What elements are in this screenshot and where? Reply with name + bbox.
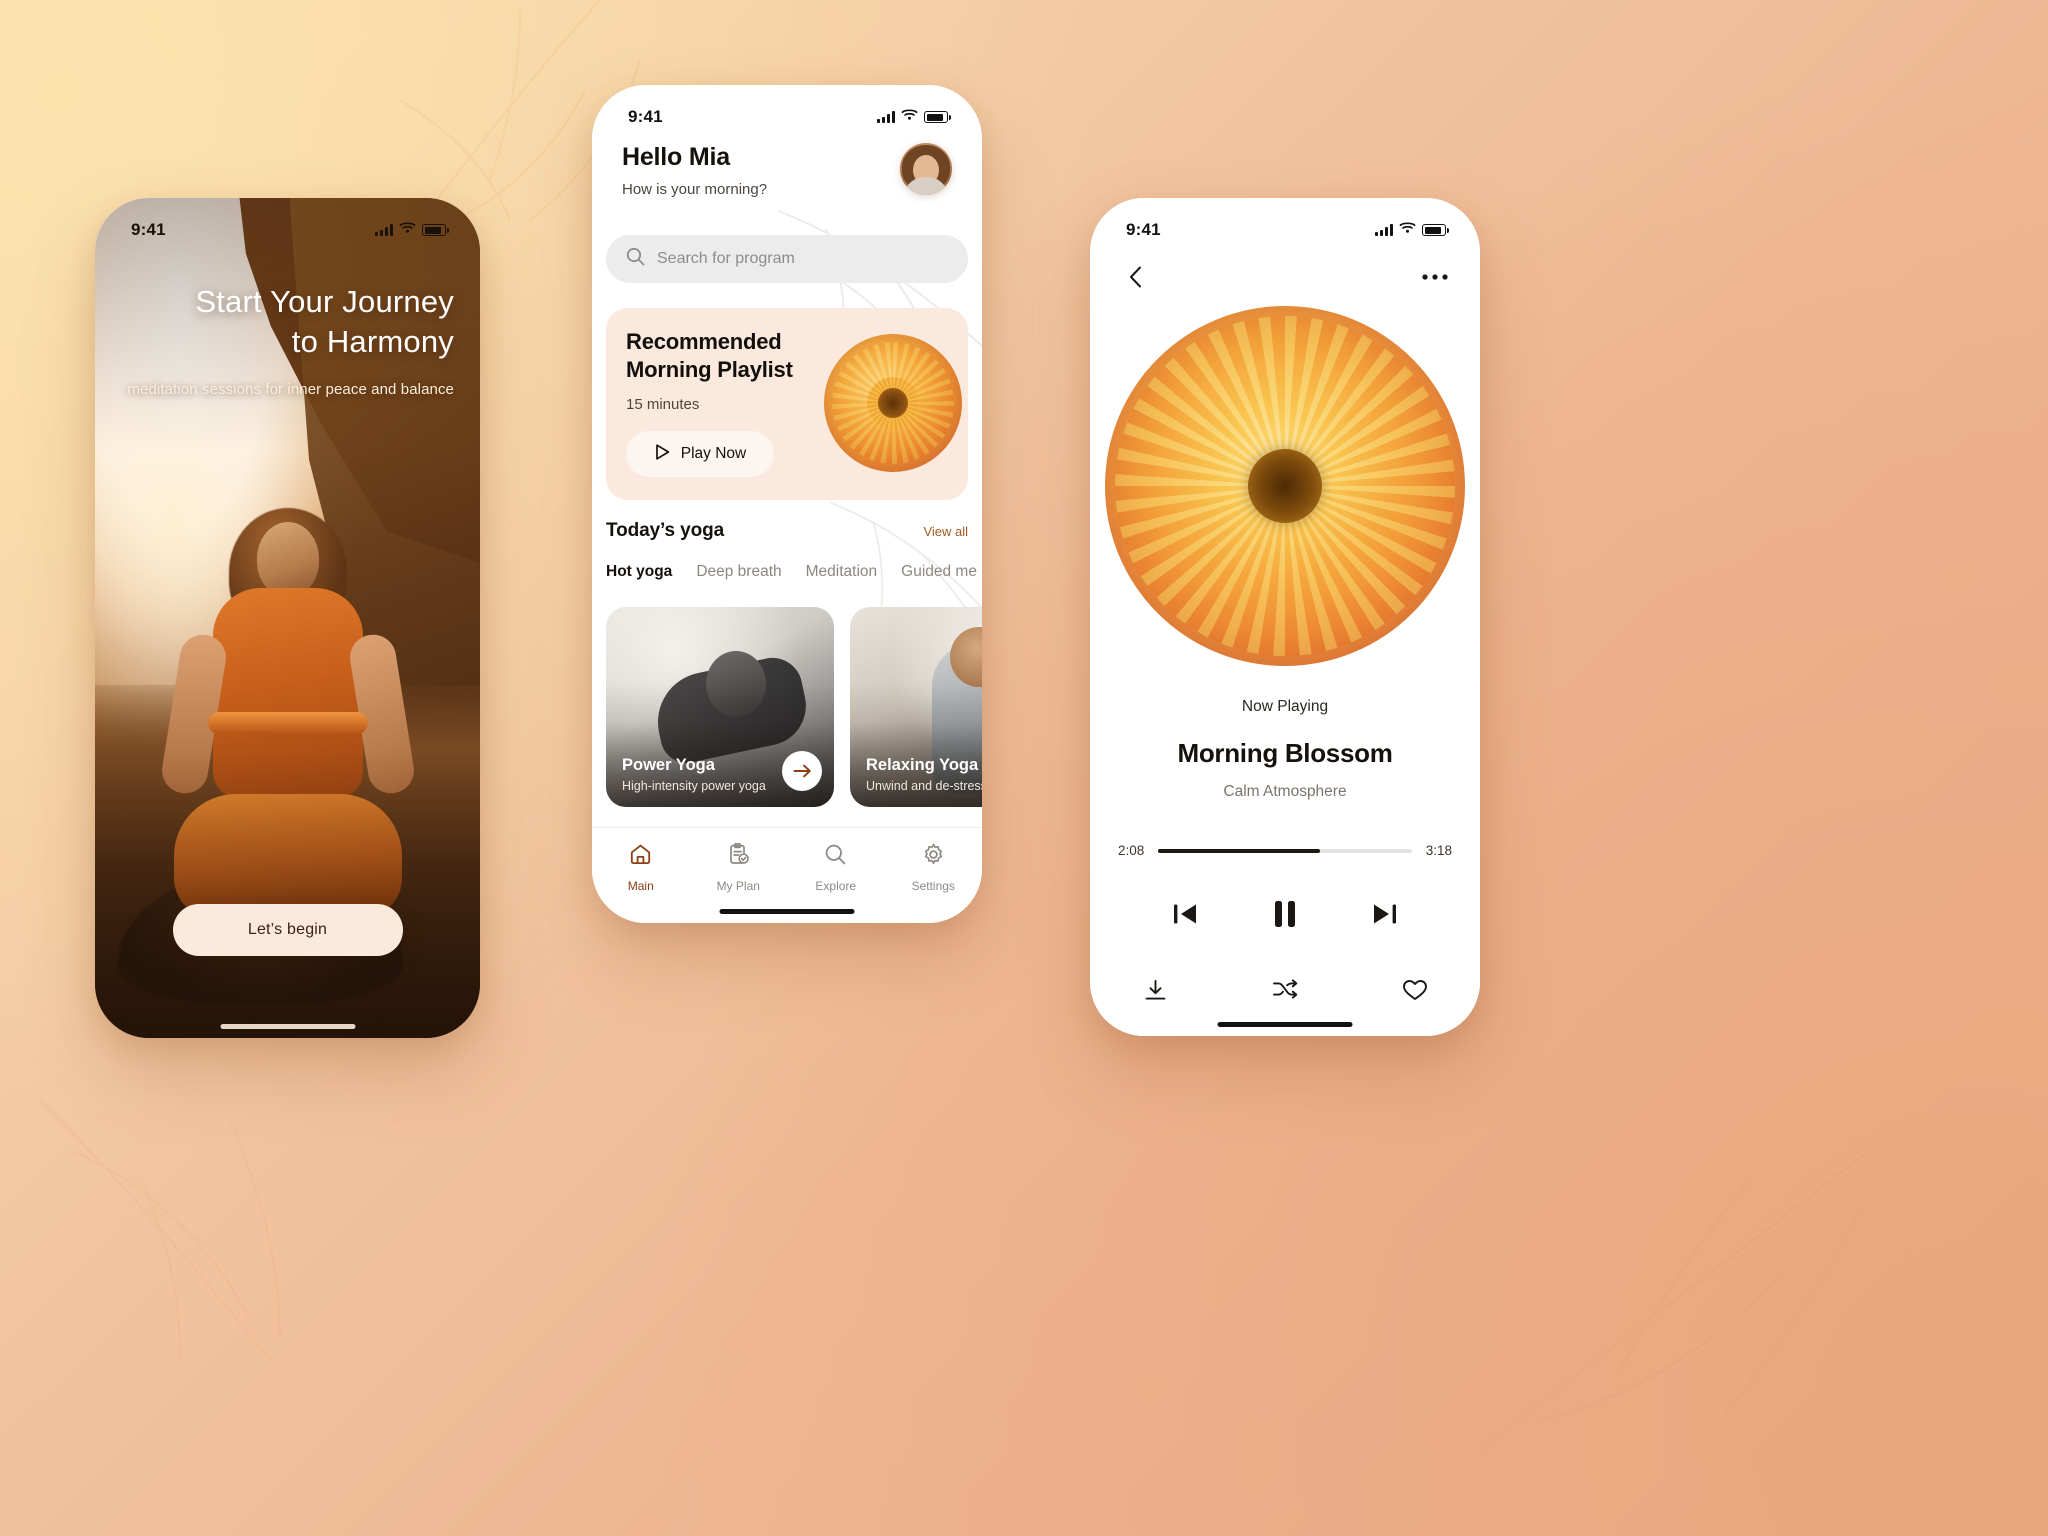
- status-time: 9:41: [131, 220, 166, 239]
- greeting-name: Hello Mia: [622, 143, 730, 171]
- elapsed-time: 2:08: [1118, 843, 1145, 858]
- nav-label: Settings: [911, 879, 955, 893]
- wifi-icon: [1399, 221, 1416, 239]
- avatar[interactable]: [900, 143, 952, 195]
- status-icons: [877, 108, 951, 126]
- status-time: 9:41: [1126, 220, 1161, 239]
- onboarding-title: Start Your Journey to Harmony: [195, 284, 454, 359]
- status-bar: 9:41: [95, 198, 480, 248]
- onboarding-subtitle: meditation sessions for inner peace and …: [127, 381, 454, 399]
- section-title: Today’s yoga: [606, 520, 725, 541]
- nav-item-my-plan[interactable]: My Plan: [690, 842, 788, 893]
- previous-icon[interactable]: [1170, 901, 1200, 927]
- cellular-signal-icon: [877, 111, 895, 123]
- background-leaf-bottom-right: [1470, 1120, 1890, 1480]
- back-icon[interactable]: [1118, 260, 1152, 294]
- home-header: Hello Mia How is your morning?: [592, 143, 982, 198]
- pause-icon[interactable]: [1270, 898, 1300, 930]
- yoga-card-title: Relaxing Yoga: [866, 756, 979, 774]
- phone-player: 9:41 Now Playing Morning Blossom Calm At…: [1090, 198, 1480, 1036]
- search-icon: [626, 247, 645, 271]
- progress-slider[interactable]: [1158, 848, 1412, 853]
- search-input[interactable]: Search for program: [606, 235, 968, 283]
- onboarding-copy: Start Your Journey to Harmony meditation…: [95, 282, 480, 398]
- tab-meditation[interactable]: Meditation: [806, 563, 878, 581]
- more-options-icon[interactable]: [1418, 260, 1452, 294]
- tab-hot-yoga[interactable]: Hot yoga: [606, 563, 672, 581]
- home-indicator: [220, 1024, 355, 1029]
- arrow-right-icon[interactable]: [782, 751, 822, 791]
- track-artist: Calm Atmosphere: [1223, 783, 1347, 800]
- yoga-card[interactable]: Relaxing Yoga Unwind and de-stress: [850, 607, 982, 807]
- yoga-card-list: Power Yoga High-intensity power yoga Rel…: [606, 607, 982, 807]
- home-indicator: [1217, 1022, 1353, 1027]
- player-top-bar: [1090, 260, 1480, 294]
- shuffle-icon[interactable]: [1268, 973, 1302, 1007]
- gear-icon: [921, 842, 946, 872]
- now-playing-label: Now Playing: [1241, 698, 1329, 715]
- nav-label: Main: [627, 879, 654, 893]
- background-leaf-bottom-left: [30, 1060, 360, 1390]
- nav-label: Explore: [815, 879, 857, 893]
- tab-guided-meditation[interactable]: Guided me: [901, 563, 977, 581]
- battery-icon: [924, 111, 951, 123]
- home-icon: [628, 842, 653, 872]
- nav-item-main[interactable]: Main: [592, 842, 690, 893]
- battery-icon: [1422, 224, 1449, 236]
- status-bar: 9:41: [1090, 198, 1480, 248]
- search-icon: [823, 842, 848, 872]
- flower-thumbnail: [824, 334, 962, 472]
- recommended-title: Recommended Morning Playlist: [626, 329, 793, 383]
- nav-item-explore[interactable]: Explore: [787, 842, 885, 893]
- category-tabs[interactable]: Hot yoga Deep breath Meditation Guided m…: [606, 563, 982, 581]
- status-icons: [1375, 221, 1449, 239]
- todays-yoga-section-header: Today’s yoga View all: [606, 520, 968, 542]
- clipboard-check-icon: [726, 842, 751, 872]
- download-icon[interactable]: [1138, 973, 1172, 1007]
- total-duration: 3:18: [1425, 843, 1452, 858]
- status-bar: 9:41: [592, 85, 982, 135]
- recommended-playlist-card[interactable]: Recommended Morning Playlist 15 minutes …: [606, 308, 968, 500]
- greeting-question: How is your morning?: [622, 181, 768, 198]
- progress-row: 2:08 3:18: [1118, 843, 1452, 858]
- yoga-card-desc: Unwind and de-stress: [866, 779, 982, 793]
- lets-begin-button[interactable]: Let’s begin: [172, 904, 403, 956]
- home-indicator: [719, 909, 855, 914]
- play-icon: [654, 443, 671, 466]
- next-icon[interactable]: [1370, 901, 1400, 927]
- yoga-card[interactable]: Power Yoga High-intensity power yoga: [606, 607, 834, 807]
- wifi-icon: [901, 108, 918, 126]
- battery-icon: [422, 224, 449, 236]
- phone-home: 9:41 Hello Mia How is your morning? Sear…: [592, 85, 982, 923]
- playback-controls: [1090, 898, 1480, 930]
- tab-deep-breath[interactable]: Deep breath: [696, 563, 781, 581]
- heart-icon[interactable]: [1398, 973, 1432, 1007]
- play-now-button[interactable]: Play Now: [626, 431, 774, 478]
- album-artwork-flower: [1105, 306, 1465, 666]
- status-icons: [375, 221, 449, 239]
- nav-item-settings[interactable]: Settings: [885, 842, 983, 893]
- status-time: 9:41: [628, 107, 663, 126]
- play-now-label: Play Now: [680, 445, 747, 463]
- cellular-signal-icon: [375, 224, 393, 236]
- player-extra-actions: [1138, 973, 1432, 1007]
- phone-onboarding: 9:41 Start Your Journey to Harmony medit…: [95, 198, 480, 1038]
- track-title: Morning Blossom: [1177, 738, 1393, 768]
- wifi-icon: [399, 221, 416, 239]
- progress-fill: [1158, 848, 1321, 853]
- cellular-signal-icon: [1375, 224, 1393, 236]
- nav-label: My Plan: [716, 879, 760, 893]
- view-all-link[interactable]: View all: [923, 524, 968, 539]
- search-placeholder: Search for program: [657, 250, 795, 267]
